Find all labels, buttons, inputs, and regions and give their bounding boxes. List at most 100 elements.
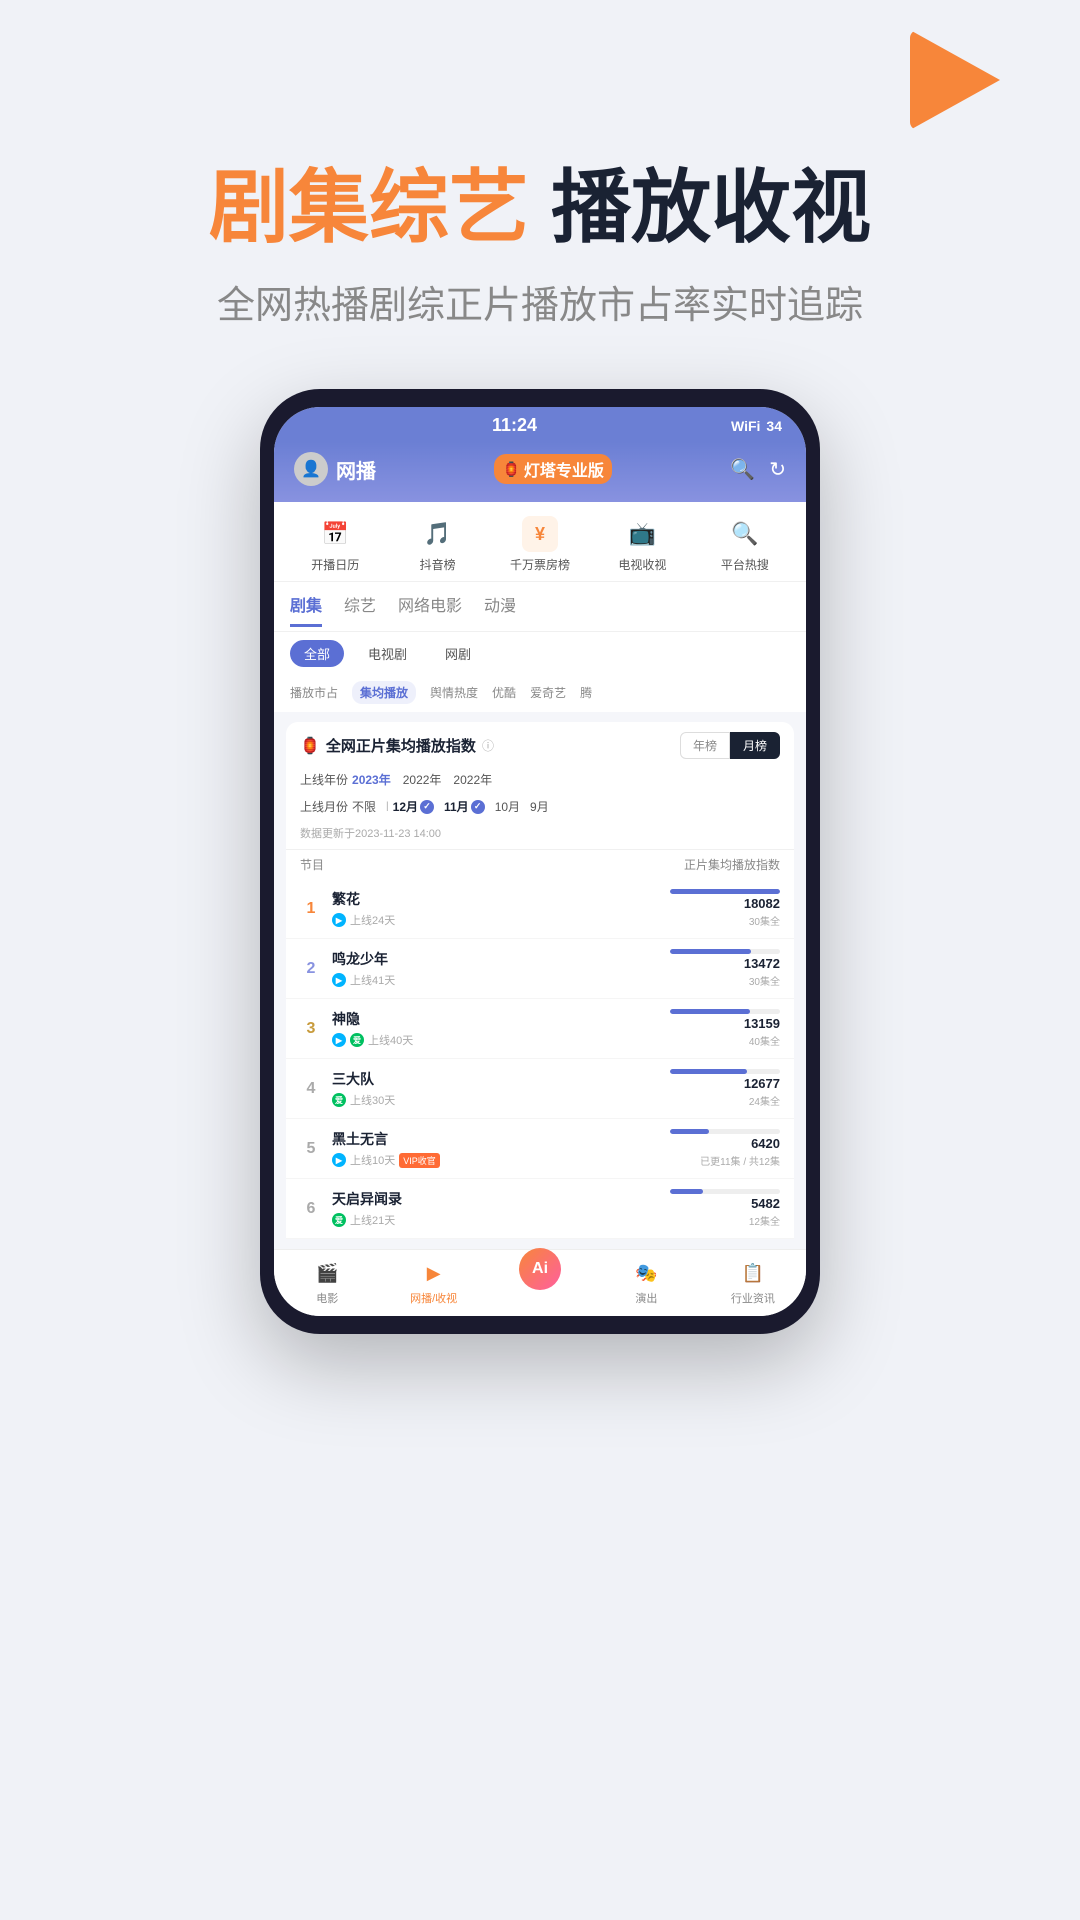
list-item[interactable]: 5 黑土无言 ▶ 上线10天 VIP收官 6420 — [286, 1119, 794, 1179]
platform-tencent-2: ▶ — [332, 973, 346, 987]
ai-button[interactable]: Ai — [519, 1248, 561, 1290]
item-info-1: 繁花 ▶ 上线24天 — [332, 889, 650, 928]
user-avatar[interactable]: 👤 — [294, 452, 328, 486]
show-icon: 🎭 — [631, 1258, 661, 1288]
bottom-nav-movie[interactable]: 🎬 电影 — [274, 1258, 380, 1306]
chart-brand-icon: 🏮 — [300, 736, 320, 756]
header-right: 🔍 ↻ — [730, 457, 786, 482]
year-2022b[interactable]: 2022年 — [453, 771, 492, 788]
item-eps-3: 40集全 — [749, 1033, 780, 1048]
metric-avg[interactable]: 集均播放 — [352, 681, 416, 704]
item-value-2: 13472 — [744, 956, 780, 971]
metric-youku[interactable]: 优酷 — [492, 684, 516, 701]
battery-icon: 34 — [766, 418, 782, 434]
item-days-2: 上线41天 — [350, 972, 395, 988]
month-separator: | — [386, 801, 389, 812]
rank-3: 3 — [300, 1020, 322, 1038]
bottom-nav: 🎬 电影 ▶ 网播/收视 Ai 🎭 演出 📋 行业资讯 — [274, 1249, 806, 1316]
metric-iqiyi[interactable]: 爱奇艺 — [530, 684, 566, 701]
ticket-icon: ¥ — [522, 516, 558, 552]
nav-item-ticket[interactable]: ¥ 千万票房榜 — [489, 516, 591, 573]
rank-2: 2 — [300, 960, 322, 978]
metric-tencent[interactable]: 腾 — [580, 684, 592, 701]
item-sub-2: ▶ 上线41天 — [332, 972, 650, 988]
hero-headline: 剧集综艺 播放收视 全网热播剧综正片播放市占率实时追踪 — [209, 160, 871, 329]
search-icon[interactable]: 🔍 — [730, 457, 755, 482]
item-days-3: 上线40天 — [368, 1032, 413, 1048]
bottom-nav-news[interactable]: 📋 行业资讯 — [700, 1258, 806, 1306]
bar-area-6: 5482 12集全 — [660, 1189, 780, 1228]
nav-label-ticket: 千万票房榜 — [510, 556, 570, 573]
month-unlimited[interactable]: 不限 — [352, 798, 376, 815]
bottom-nav-ai[interactable]: Ai — [487, 1258, 593, 1306]
item-value-5: 6420 — [751, 1136, 780, 1151]
bar-fill-5 — [670, 1129, 709, 1134]
toggle-month[interactable]: 月榜 — [730, 732, 780, 759]
nav-label: 网播 — [336, 455, 376, 484]
item-value-4: 12677 — [744, 1076, 780, 1091]
webcast-icon: ▶ — [419, 1258, 449, 1288]
phone-mockup: 11:24 WiFi 34 👤 网播 🏮 灯塔专业版 🔍 ↻ — [260, 389, 820, 1334]
bottom-nav-show[interactable]: 🎭 演出 — [593, 1258, 699, 1306]
headline-dark: 播放收视 — [551, 163, 871, 252]
headline-orange: 剧集综艺 — [209, 163, 529, 252]
list-item[interactable]: 4 三大队 爱 上线30天 12677 24集全 — [286, 1059, 794, 1119]
refresh-icon[interactable]: ↻ — [769, 457, 786, 482]
toggle-btns: 年榜 月榜 — [680, 732, 780, 759]
month-11[interactable]: 11月 ✓ — [444, 798, 485, 815]
nav-label-calendar: 开播日历 — [311, 556, 359, 573]
tab-anime[interactable]: 动漫 — [484, 592, 516, 627]
item-value-3: 13159 — [744, 1016, 780, 1031]
list-item[interactable]: 2 鸣龙少年 ▶ 上线41天 13472 30集全 — [286, 939, 794, 999]
item-info-5: 黑土无言 ▶ 上线10天 VIP收官 — [332, 1129, 650, 1168]
bar-area-1: 18082 30集全 — [660, 889, 780, 928]
bar-area-2: 13472 30集全 — [660, 949, 780, 988]
filter-web[interactable]: 网剧 — [431, 640, 485, 667]
bar-fill-4 — [670, 1069, 747, 1074]
tab-variety[interactable]: 综艺 — [344, 592, 376, 627]
platform-iqiyi-4: 爱 — [332, 1093, 346, 1107]
item-days-6: 上线21天 — [350, 1212, 395, 1228]
info-icon[interactable]: ⓘ — [482, 737, 494, 754]
app-header: 👤 网播 🏮 灯塔专业版 🔍 ↻ — [274, 442, 806, 502]
year-2022a[interactable]: 2022年 — [403, 771, 442, 788]
metric-market[interactable]: 播放市占 — [290, 684, 338, 701]
nav-item-tv[interactable]: 📺 电视收视 — [591, 516, 693, 573]
filter-all[interactable]: 全部 — [290, 640, 344, 667]
wifi-icon: WiFi — [731, 418, 760, 434]
nav-item-calendar[interactable]: 📅 开播日历 — [284, 516, 386, 573]
music-icon: 🎵 — [420, 516, 456, 552]
bottom-nav-webcast[interactable]: ▶ 网播/收视 — [380, 1258, 486, 1306]
tab-drama[interactable]: 剧集 — [290, 592, 322, 627]
bottom-label-news: 行业资讯 — [731, 1290, 775, 1306]
tab-movie[interactable]: 网络电影 — [398, 592, 462, 627]
year-2023[interactable]: 2023年 — [352, 771, 391, 788]
month-10[interactable]: 10月 — [495, 798, 520, 815]
list-item[interactable]: 6 天启异闻录 爱 上线21天 5482 12集全 — [286, 1179, 794, 1239]
month-9[interactable]: 9月 — [530, 798, 549, 815]
list-item[interactable]: 3 神隐 ▶ 爱 上线40天 13159 4 — [286, 999, 794, 1059]
nav-item-tiktok[interactable]: 🎵 抖音榜 — [386, 516, 488, 573]
platform-tencent-1: ▶ — [332, 913, 346, 927]
metric-sentiment[interactable]: 舆情热度 — [430, 684, 478, 701]
nav-item-search[interactable]: 🔍 平台热搜 — [694, 516, 796, 573]
item-days-1: 上线24天 — [350, 912, 395, 928]
item-eps-5: 已更11集 / 共12集 — [700, 1153, 780, 1168]
item-info-6: 天启异闻录 爱 上线21天 — [332, 1189, 650, 1228]
nav-label-search: 平台热搜 — [721, 556, 769, 573]
search2-icon: 🔍 — [727, 516, 763, 552]
phone-screen: 11:24 WiFi 34 👤 网播 🏮 灯塔专业版 🔍 ↻ — [274, 407, 806, 1316]
item-eps-6: 12集全 — [749, 1213, 780, 1228]
list-item[interactable]: 1 繁花 ▶ 上线24天 18082 30集全 — [286, 879, 794, 939]
filter-tv[interactable]: 电视剧 — [354, 640, 421, 667]
status-bar: 11:24 WiFi 34 — [274, 407, 806, 442]
item-info-2: 鸣龙少年 ▶ 上线41天 — [332, 949, 650, 988]
vip-badge-5: VIP收官 — [399, 1153, 440, 1168]
bar-track-5 — [670, 1129, 780, 1134]
platform-tencent-3: ▶ — [332, 1033, 346, 1047]
platform-iqiyi-3: 爱 — [350, 1033, 364, 1047]
item-name-4: 三大队 — [332, 1069, 650, 1089]
month-12[interactable]: 12月 ✓ — [393, 798, 434, 815]
toggle-year[interactable]: 年榜 — [680, 732, 730, 759]
item-value-6: 5482 — [751, 1196, 780, 1211]
